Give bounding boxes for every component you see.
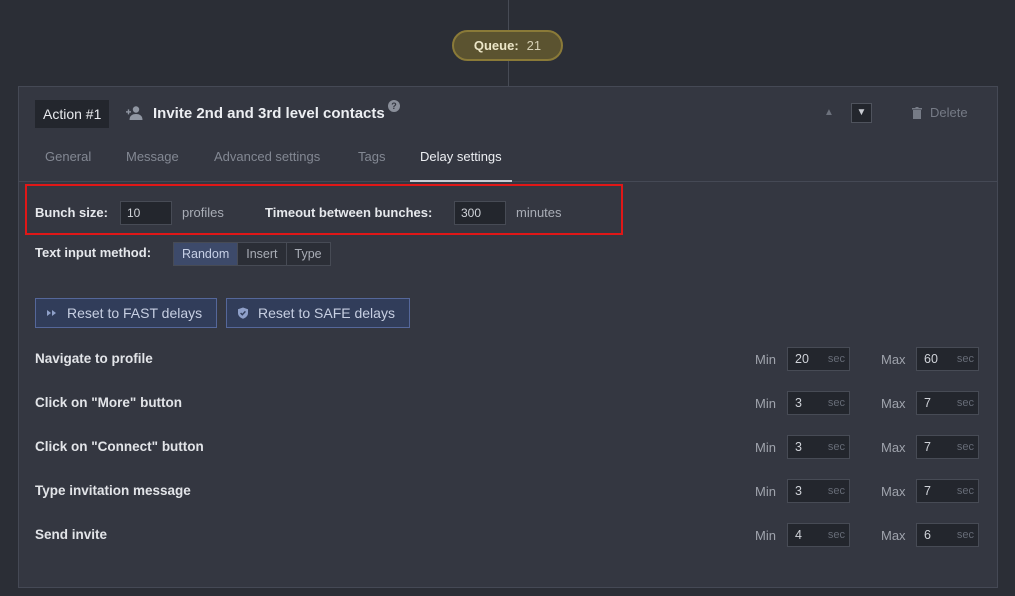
queue-label: Queue: [473, 38, 519, 53]
delay-row-send-invite: Send invite Min 4 sec Max 6 sec [19, 523, 997, 547]
min-input[interactable]: 20 sec [787, 347, 850, 371]
delay-row-label: Navigate to profile [35, 351, 153, 366]
max-value: 60 [924, 352, 938, 366]
option-insert[interactable]: Insert [238, 243, 287, 265]
tab-bar: General Message Advanced settings Tags D… [19, 139, 997, 182]
chevron-down-icon: ▼ [856, 107, 867, 118]
bunch-size-unit: profiles [182, 205, 224, 220]
bunch-size-input[interactable]: 10 [120, 201, 172, 225]
min-label: Min [755, 528, 776, 543]
max-label: Max [881, 484, 906, 499]
max-value: 7 [924, 484, 931, 498]
max-label: Max [881, 396, 906, 411]
min-label: Min [755, 440, 776, 455]
fast-forward-icon [47, 310, 56, 316]
min-input[interactable]: 3 sec [787, 479, 850, 503]
min-input[interactable]: 3 sec [787, 391, 850, 415]
option-random[interactable]: Random [174, 243, 239, 265]
max-input[interactable]: 60 sec [916, 347, 979, 371]
max-input[interactable]: 7 sec [916, 391, 979, 415]
min-value: 4 [795, 528, 802, 542]
sec-unit: sec [827, 397, 845, 409]
min-input[interactable]: 3 sec [787, 435, 850, 459]
queue-badge: Queue: 21 [452, 30, 563, 61]
min-value: 3 [795, 484, 802, 498]
delay-row-navigate: Navigate to profile Min 20 sec Max 60 se… [19, 347, 997, 371]
sec-unit: sec [827, 485, 845, 497]
delete-button[interactable]: Delete [912, 105, 968, 120]
move-down-button[interactable]: ▼ [851, 103, 872, 123]
delete-label: Delete [930, 105, 968, 120]
option-type[interactable]: Type [286, 243, 330, 265]
delay-row-label: Click on "More" button [35, 395, 183, 410]
sec-unit: sec [827, 529, 845, 541]
delay-row-type-message: Type invitation message Min 3 sec Max 7 … [19, 479, 997, 503]
max-label: Max [881, 528, 906, 543]
min-label: Min [755, 352, 776, 367]
reset-safe-label: Reset to SAFE delays [258, 305, 395, 321]
max-input[interactable]: 6 sec [916, 523, 979, 547]
max-label: Max [881, 352, 906, 367]
delay-row-click-connect: Click on "Connect" button Min 3 sec Max … [19, 435, 997, 459]
sec-unit: sec [827, 441, 845, 453]
queue-count: 21 [526, 38, 542, 53]
min-value: 3 [795, 440, 802, 454]
text-input-method-label: Text input method: [35, 245, 152, 260]
timeout-input[interactable]: 300 [454, 201, 506, 225]
tab-message[interactable]: Message [126, 149, 179, 171]
min-label: Min [755, 484, 776, 499]
bunch-size-label: Bunch size: [35, 205, 108, 220]
max-value: 6 [924, 528, 931, 542]
action-title: Invite 2nd and 3rd level contacts [153, 105, 385, 122]
sec-unit: sec [956, 485, 974, 497]
tab-general[interactable]: General [45, 149, 91, 171]
action-panel: Action #1 Invite 2nd and 3rd level conta… [18, 86, 998, 588]
max-label: Max [881, 440, 906, 455]
reset-safe-button[interactable]: Reset to SAFE delays [226, 298, 410, 328]
max-input[interactable]: 7 sec [916, 435, 979, 459]
max-input[interactable]: 7 sec [916, 479, 979, 503]
sec-unit: sec [956, 397, 974, 409]
add-person-icon [126, 106, 143, 120]
action-number-label: Action #1 [35, 100, 110, 128]
tab-delay-settings[interactable]: Delay settings [410, 149, 512, 182]
reset-fast-label: Reset to FAST delays [67, 305, 203, 321]
max-value: 7 [924, 440, 931, 454]
min-label: Min [755, 396, 776, 411]
sec-unit: sec [956, 529, 974, 541]
reset-fast-button[interactable]: Reset to FAST delays [35, 298, 218, 328]
min-value: 3 [795, 396, 802, 410]
trash-icon [912, 106, 922, 119]
chevron-up-icon: ▲ [824, 107, 834, 118]
delay-row-label: Click on "Connect" button [35, 439, 204, 454]
tab-tags[interactable]: Tags [358, 149, 385, 171]
min-value: 20 [795, 352, 809, 366]
help-icon[interactable]: ? [388, 100, 400, 112]
max-value: 7 [924, 396, 931, 410]
delay-row-label: Type invitation message [35, 483, 191, 498]
shield-icon [238, 307, 248, 319]
delay-row-label: Send invite [35, 527, 108, 542]
sec-unit: sec [827, 353, 845, 365]
sec-unit: sec [956, 441, 974, 453]
min-input[interactable]: 4 sec [787, 523, 850, 547]
tab-advanced-settings[interactable]: Advanced settings [214, 149, 320, 171]
text-input-method-selector: Random Insert Type [173, 242, 331, 266]
delay-row-click-more: Click on "More" button Min 3 sec Max 7 s… [19, 391, 997, 415]
timeout-unit: minutes [516, 205, 562, 220]
sec-unit: sec [956, 353, 974, 365]
timeout-label: Timeout between bunches: [265, 205, 433, 220]
move-up-button[interactable]: ▲ [819, 103, 839, 123]
